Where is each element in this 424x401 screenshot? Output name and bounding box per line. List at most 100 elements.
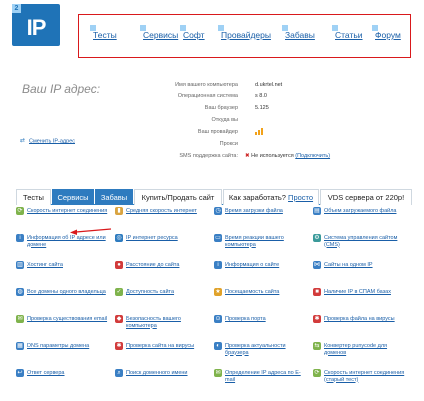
speed-icon: ⟳ — [16, 207, 24, 215]
tab-vds[interactable]: VDS сервера от 220р! — [320, 189, 412, 205]
tab-tests[interactable]: Тесты — [16, 189, 51, 205]
info-label-browser: Ваш браузер — [204, 105, 238, 111]
info-label-provider: Ваш провайдер — [197, 129, 238, 135]
globe-icon: ◎ — [115, 234, 123, 242]
service-reaction-time[interactable]: ▭ Время реакции вашего компьютера — [214, 233, 313, 260]
email-icon: ✉ — [16, 315, 24, 323]
service-file-virus[interactable]: ✱ Проверка файла на вирусы — [313, 314, 412, 341]
service-distance[interactable]: ● Расстояние до сайта — [115, 260, 214, 287]
clock-icon: ◷ — [214, 207, 222, 215]
services-grid: ⟳ Скорость интернет соединения ▮ Средняя с… — [16, 206, 412, 401]
nav-item-articles[interactable]: Статьи — [332, 25, 363, 40]
service-label: Проверка сайта на вирусы — [126, 343, 195, 349]
service-cms[interactable]: ⚙ Система управления сайтом (CMS) — [313, 233, 412, 260]
service-label: Система управления сайтом (CMS) — [324, 235, 398, 248]
main-nav: Тесты Сервисы Софт Провайдеры Забавы Ста… — [78, 14, 411, 58]
service-label: Проверка файла на вирусы — [324, 316, 395, 322]
service-traffic[interactable]: ★ Посещаемость сайта — [214, 287, 313, 314]
domains-icon: ◍ — [16, 288, 24, 296]
change-ip-link[interactable]: ⇄ Сменить IP-адрес — [20, 138, 75, 144]
nav-corner-icon — [90, 25, 96, 31]
nav-item-providers[interactable]: Провайдеры — [218, 25, 271, 40]
info-value-browser: 5.125 — [255, 105, 269, 111]
nav-label: Софт — [183, 30, 205, 40]
star-icon: ★ — [214, 288, 222, 296]
nav-corner-icon — [372, 25, 378, 31]
service-dns[interactable]: ▦ DNS параметры домена — [16, 341, 115, 368]
service-label: Посещаемость сайта — [225, 289, 280, 295]
service-avg-speed[interactable]: ▮ Средняя скорость интернет — [115, 206, 214, 233]
nav-label: Статьи — [335, 30, 363, 40]
convert-icon: ⇆ — [313, 342, 321, 350]
logo-text: IP — [26, 15, 47, 40]
nav-item-forum[interactable]: Форум — [372, 25, 401, 40]
sms-status: ✖ Не используется (Подключить) — [245, 153, 330, 159]
service-label: Ответ сервера — [27, 370, 65, 376]
info-label-location: Откуда вы — [211, 117, 238, 123]
service-label: IP интернет ресурса — [126, 235, 178, 241]
ip-title: Ваш IP адрес: — [22, 82, 101, 96]
tab-services[interactable]: Сервисы — [52, 189, 94, 205]
sms-connect-link[interactable]: (Подключить) — [295, 153, 330, 159]
dns-icon: ▦ — [16, 342, 24, 350]
service-ip-info[interactable]: i Информация об IP адресе или домене — [16, 233, 115, 260]
service-email-ip[interactable]: ✉ Определение IP адреса по E-mail — [214, 368, 313, 395]
search-icon: ⌕ — [115, 369, 123, 377]
service-label: Информация об IP адресе или домене — [27, 235, 106, 248]
service-same-ip[interactable]: ⋈ Сайты на одном IP — [313, 260, 412, 287]
file-icon: ▤ — [313, 207, 321, 215]
tab-fun[interactable]: Забавы — [95, 189, 133, 205]
service-security[interactable]: ◆ Безопасность вашего компьютера — [115, 314, 214, 341]
service-punycode[interactable]: ⇆ Конвертер punycode для доменов — [313, 341, 412, 368]
email-icon: ✉ — [214, 369, 222, 377]
service-label: Время загрузки файла — [225, 208, 283, 214]
info-label-computer: Имя вашего компьютера — [175, 82, 238, 88]
service-speed-old[interactable]: ⟳ Скорость интернет соединения (старый те… — [313, 368, 412, 395]
tab-buy-sell[interactable]: Купить/Продать сайт — [134, 189, 222, 205]
service-hosting[interactable]: ▥ Хостинг сайта — [16, 260, 115, 287]
bug-icon: ✱ — [313, 315, 321, 323]
info-label-sms: SMS поддержка сайта: — [179, 153, 238, 159]
service-download-time[interactable]: ◷ Время загрузки файла — [214, 206, 313, 233]
shield-icon: ◆ — [115, 315, 123, 323]
bars-icon: ▮ — [115, 207, 123, 215]
sms-status-text: Не используется — [251, 153, 294, 159]
service-server-response[interactable]: ↩ Ответ сервера — [16, 368, 115, 395]
response-icon: ↩ — [16, 369, 24, 377]
nav-label: Тесты — [93, 30, 117, 40]
tab-earn[interactable]: Как заработать? Просто — [223, 189, 319, 205]
service-file-size[interactable]: ▤ Объем загружаемого файла — [313, 206, 412, 233]
service-label: Скорость интернет соединения (старый тес… — [324, 370, 405, 383]
nav-item-software[interactable]: Софт — [180, 25, 205, 40]
service-browser-check[interactable]: ◐ Проверка актуальности браузера — [214, 341, 313, 368]
nav-item-tests[interactable]: Тесты — [90, 25, 117, 40]
service-resource-ip[interactable]: ◎ IP интернет ресурса — [115, 233, 214, 260]
monitor-icon: ▭ — [214, 234, 222, 242]
nav-item-services[interactable]: Сервисы — [140, 25, 178, 40]
service-port-check[interactable]: ⊙ Проверка порта — [214, 314, 313, 341]
pin-icon: ● — [115, 261, 123, 269]
check-icon: ✓ — [115, 288, 123, 296]
site-logo[interactable]: 2 IP — [12, 4, 60, 46]
service-spam-check[interactable]: ■ Наличие IP в СПАМ базах — [313, 287, 412, 314]
port-icon: ⊙ — [214, 315, 222, 323]
service-label: Проверка порта — [225, 316, 266, 322]
nav-item-fun[interactable]: Забавы — [282, 25, 315, 40]
nav-label: Провайдеры — [221, 30, 271, 40]
signal-icon — [255, 128, 265, 135]
nav-corner-icon — [282, 25, 288, 31]
info-icon: i — [214, 261, 222, 269]
tab-earn-extra[interactable]: Просто — [288, 193, 313, 202]
service-label: Доступность сайта — [126, 289, 175, 295]
service-availability[interactable]: ✓ Доступность сайта — [115, 287, 214, 314]
service-label: Сайты на одном IP — [324, 262, 373, 268]
info-label-os: Операционная система — [177, 93, 238, 99]
service-label: Проверка актуальности браузера — [225, 343, 286, 356]
service-site-info[interactable]: i Информация о сайте — [214, 260, 313, 287]
service-domain-search[interactable]: ⌕ Поиск доменного имени — [115, 368, 214, 395]
tab-earn-label: Как заработать? — [228, 193, 286, 202]
service-owner-domains[interactable]: ◍ Все домены одного владельца — [16, 287, 115, 314]
browser-icon: ◐ — [214, 342, 222, 350]
service-email-check[interactable]: ✉ Проверка существования email — [16, 314, 115, 341]
service-site-virus[interactable]: ✱ Проверка сайта на вирусы — [115, 341, 214, 368]
